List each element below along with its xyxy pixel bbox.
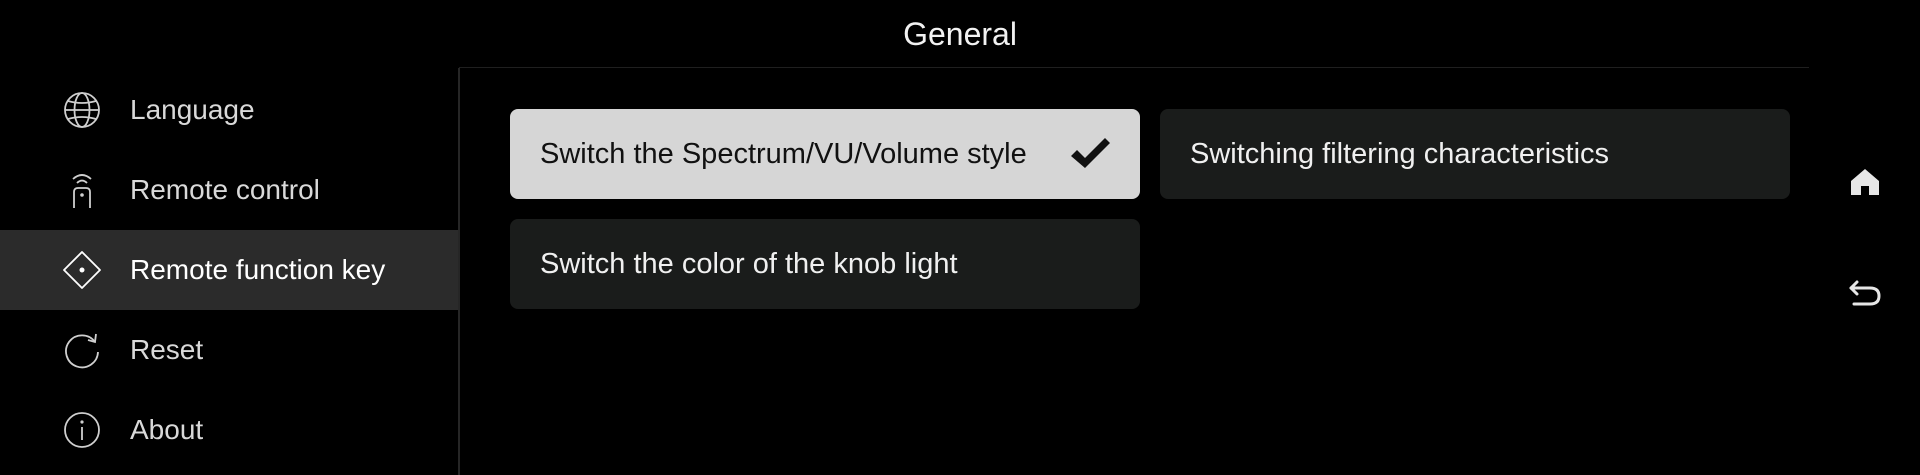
sidebar-item-reset[interactable]: Reset	[0, 310, 459, 390]
home-button[interactable]	[1840, 159, 1890, 209]
info-icon	[62, 410, 102, 450]
remote-function-key-icon	[62, 250, 102, 290]
sidebar-item-remote-function-key[interactable]: Remote function key	[0, 230, 459, 310]
reset-icon	[62, 330, 102, 370]
option-label: Switching filtering characteristics	[1190, 137, 1610, 170]
option-filtering-characteristics[interactable]: Switching filtering characteristics	[1160, 109, 1790, 199]
settings-screen: General Language Remote control Remote f…	[0, 0, 1920, 475]
globe-icon	[62, 90, 102, 130]
sidebar-item-about[interactable]: About	[0, 390, 459, 470]
remote-control-icon	[62, 170, 102, 210]
back-icon	[1848, 276, 1882, 313]
option-label: Switch the Spectrum/VU/Volume style	[540, 137, 1027, 170]
checkmark-icon	[1068, 135, 1112, 173]
option-spectrum-style[interactable]: Switch the Spectrum/VU/Volume style	[510, 109, 1140, 199]
page-title: General	[903, 15, 1017, 52]
back-button[interactable]	[1840, 269, 1890, 319]
header: General	[0, 0, 1920, 68]
sidebar-item-label: Language	[130, 94, 255, 125]
sidebar-item-label: About	[130, 414, 204, 445]
option-knob-light-color[interactable]: Switch the color of the knob light	[510, 219, 1140, 309]
sidebar: Language Remote control Remote function …	[0, 70, 459, 475]
sidebar-item-remote-control[interactable]: Remote control	[0, 150, 459, 230]
home-icon	[1849, 166, 1881, 203]
sidebar-item-label: Remote function key	[130, 254, 386, 285]
sidebar-item-label: Remote control	[130, 174, 320, 205]
sidebar-divider	[458, 68, 460, 475]
option-label: Switch the color of the knob light	[540, 247, 958, 280]
header-divider	[459, 67, 1809, 68]
sidebar-item-label: Reset	[130, 334, 204, 365]
sidebar-item-language[interactable]: Language	[0, 70, 459, 150]
